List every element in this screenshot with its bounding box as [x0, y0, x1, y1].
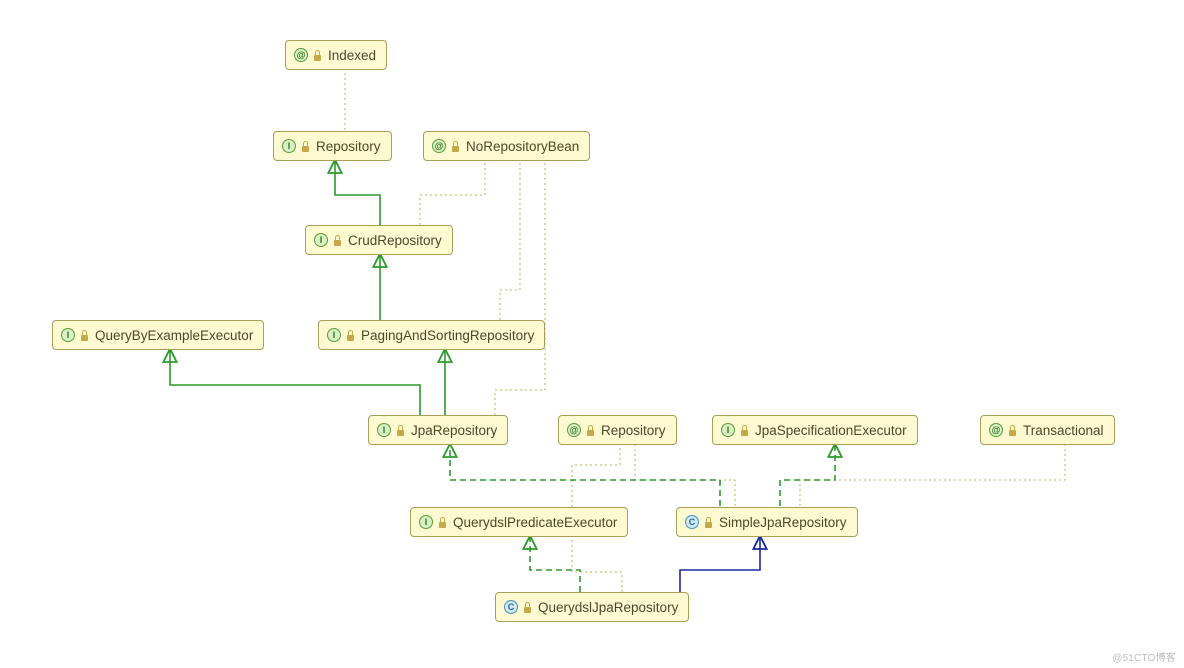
lock-icon: [346, 329, 355, 341]
interface-icon: I: [327, 328, 341, 342]
lock-icon: [1008, 424, 1017, 436]
annotation-icon: @: [432, 139, 446, 153]
node-repository-annotation[interactable]: @ Repository: [558, 415, 677, 445]
node-label: PagingAndSortingRepository: [361, 328, 534, 343]
node-label: QuerydslJpaRepository: [538, 600, 678, 615]
node-jparepository[interactable]: I JpaRepository: [368, 415, 508, 445]
node-querydsljparepository[interactable]: C QuerydslJpaRepository: [495, 592, 689, 622]
node-label: Repository: [316, 139, 381, 154]
node-querydslpredicateexecutor[interactable]: I QuerydslPredicateExecutor: [410, 507, 628, 537]
node-label: Transactional: [1023, 423, 1104, 438]
lock-icon: [333, 234, 342, 246]
interface-icon: I: [314, 233, 328, 247]
node-querybyexampleexecutor[interactable]: I QueryByExampleExecutor: [52, 320, 264, 350]
lock-icon: [313, 49, 322, 61]
node-transactional[interactable]: @ Transactional: [980, 415, 1115, 445]
lock-icon: [586, 424, 595, 436]
lock-icon: [523, 601, 532, 613]
annotation-icon: @: [567, 423, 581, 437]
node-simplejparepository[interactable]: C SimpleJpaRepository: [676, 507, 858, 537]
interface-icon: I: [61, 328, 75, 342]
lock-icon: [438, 516, 447, 528]
node-label: CrudRepository: [348, 233, 442, 248]
interface-icon: I: [721, 423, 735, 437]
node-label: NoRepositoryBean: [466, 139, 579, 154]
node-crudrepository[interactable]: I CrudRepository: [305, 225, 453, 255]
interface-icon: I: [377, 423, 391, 437]
lock-icon: [396, 424, 405, 436]
node-pagingandsortingrepository[interactable]: I PagingAndSortingRepository: [318, 320, 545, 350]
node-label: SimpleJpaRepository: [719, 515, 847, 530]
annotation-icon: @: [294, 48, 308, 62]
node-jpaspecificationexecutor[interactable]: I JpaSpecificationExecutor: [712, 415, 918, 445]
node-repository[interactable]: I Repository: [273, 131, 392, 161]
node-label: JpaRepository: [411, 423, 497, 438]
lock-icon: [704, 516, 713, 528]
node-label: Indexed: [328, 48, 376, 63]
node-indexed[interactable]: @ Indexed: [285, 40, 387, 70]
annotation-icon: @: [989, 423, 1003, 437]
interface-icon: I: [419, 515, 433, 529]
watermark: @51CTO博客: [1112, 649, 1176, 664]
lock-icon: [451, 140, 460, 152]
node-label: QueryByExampleExecutor: [95, 328, 253, 343]
node-label: JpaSpecificationExecutor: [755, 423, 907, 438]
lock-icon: [301, 140, 310, 152]
interface-icon: I: [282, 139, 296, 153]
node-label: Repository: [601, 423, 666, 438]
class-icon: C: [504, 600, 518, 614]
node-label: QuerydslPredicateExecutor: [453, 515, 617, 530]
lock-icon: [740, 424, 749, 436]
node-norepositorybean[interactable]: @ NoRepositoryBean: [423, 131, 590, 161]
lock-icon: [80, 329, 89, 341]
class-icon: C: [685, 515, 699, 529]
